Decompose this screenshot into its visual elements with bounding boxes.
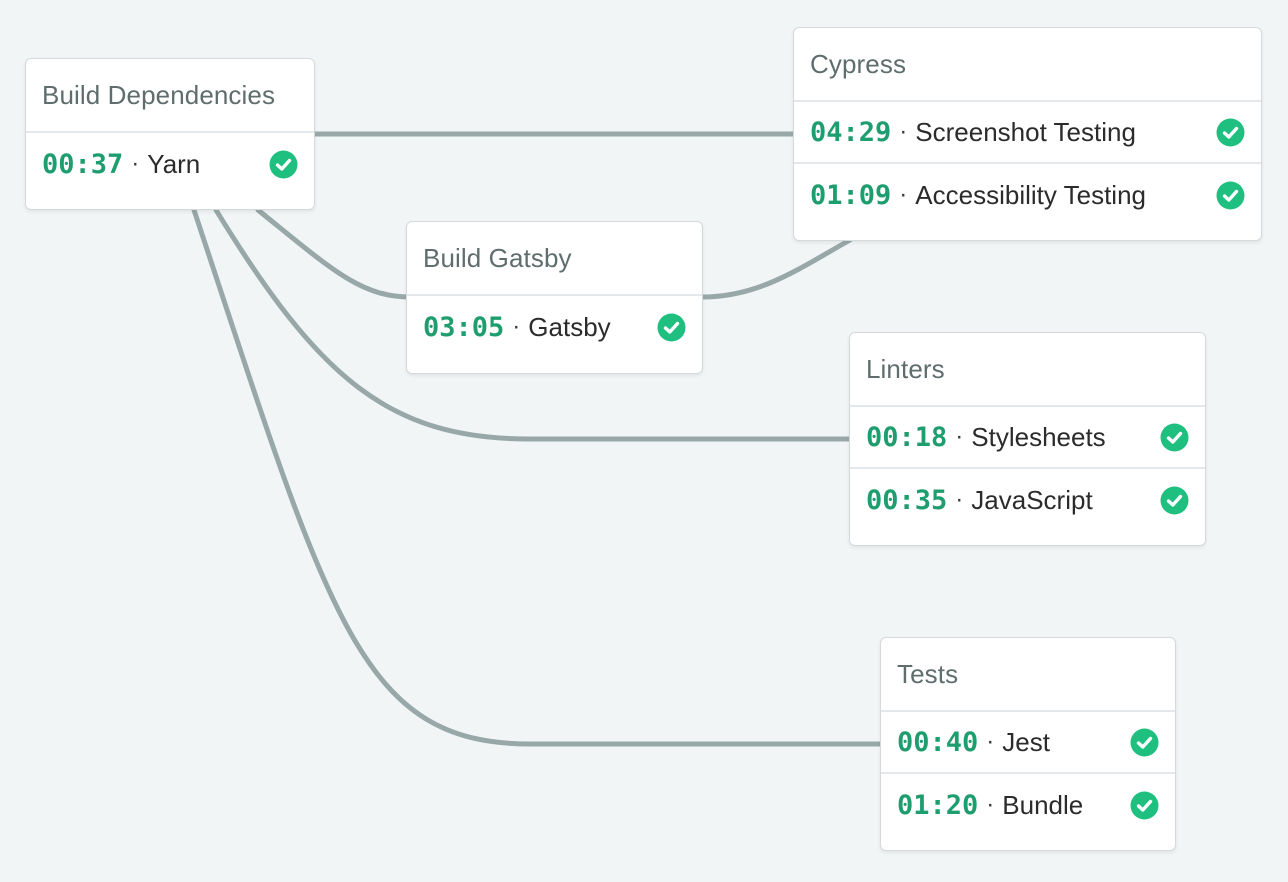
job-duration: 04:29 xyxy=(810,116,892,148)
job-duration: 00:18 xyxy=(866,421,948,453)
job-stylesheets[interactable]: 00:18 · Stylesheets xyxy=(850,407,1205,469)
stage-title: Linters xyxy=(866,353,945,384)
stage-title: Tests xyxy=(897,658,959,689)
job-name: Stylesheets xyxy=(971,421,1106,452)
job-name: JavaScript xyxy=(971,484,1093,515)
stage-header: Build Gatsby xyxy=(407,222,702,296)
stage-title: Build Gatsby xyxy=(423,242,572,273)
job-name: Jest xyxy=(1002,726,1050,757)
stage-title: Build Dependencies xyxy=(42,79,276,110)
stage-header: Build Dependencies xyxy=(26,59,314,133)
job-duration: 01:09 xyxy=(810,179,892,211)
check-circle-icon xyxy=(1216,118,1245,147)
job-name: Bundle xyxy=(1002,789,1084,820)
job-accessibility-testing[interactable]: 01:09 · Accessibility Testing xyxy=(794,164,1261,226)
job-javascript[interactable]: 00:35 · JavaScript xyxy=(850,469,1205,531)
job-duration: 01:20 xyxy=(897,789,979,821)
job-separator: · xyxy=(899,181,908,208)
job-name: Gatsby xyxy=(528,311,611,342)
check-circle-icon xyxy=(657,313,686,342)
connector-build-dependencies-to-build-gatsby xyxy=(255,207,413,300)
job-bundle[interactable]: 01:20 · Bundle xyxy=(881,774,1175,836)
check-circle-icon xyxy=(1216,181,1245,210)
stage-header: Tests xyxy=(881,638,1175,712)
job-duration: 00:40 xyxy=(897,726,979,758)
job-name: Yarn xyxy=(147,148,201,179)
job-separator: · xyxy=(955,486,964,513)
stage-title: Cypress xyxy=(810,48,907,79)
job-jest[interactable]: 00:40 · Jest xyxy=(881,712,1175,774)
stage-linters: Linters 00:18 · Stylesheets 00:35 · Java… xyxy=(849,332,1206,546)
stage-header: Cypress xyxy=(794,28,1261,102)
job-separator: · xyxy=(899,118,908,145)
job-separator: · xyxy=(986,728,995,755)
job-duration: 03:05 xyxy=(423,311,505,343)
job-screenshot-testing[interactable]: 04:29 · Screenshot Testing xyxy=(794,102,1261,164)
stage-header: Linters xyxy=(850,333,1205,407)
job-separator: · xyxy=(131,150,140,177)
stage-cypress: Cypress 04:29 · Screenshot Testing 01:09… xyxy=(793,27,1262,241)
check-circle-icon xyxy=(1160,486,1189,515)
connector-build-gatsby-to-cypress xyxy=(699,237,853,300)
job-separator: · xyxy=(986,791,995,818)
job-gatsby[interactable]: 03:05 · Gatsby xyxy=(407,296,702,358)
job-separator: · xyxy=(955,423,964,450)
stage-tests: Tests 00:40 · Jest 01:20 · Bundle xyxy=(880,637,1176,851)
job-duration: 00:37 xyxy=(42,148,124,180)
job-duration: 00:35 xyxy=(866,484,948,516)
check-circle-icon xyxy=(1160,423,1189,452)
stage-build-gatsby: Build Gatsby 03:05 · Gatsby xyxy=(406,221,703,374)
job-name: Accessibility Testing xyxy=(915,179,1147,210)
job-yarn[interactable]: 00:37 · Yarn xyxy=(26,133,314,195)
check-circle-icon xyxy=(1130,791,1159,820)
job-separator: · xyxy=(512,313,521,340)
job-name: Screenshot Testing xyxy=(915,116,1136,147)
check-circle-icon xyxy=(269,150,298,179)
check-circle-icon xyxy=(1130,728,1159,757)
stage-build-dependencies: Build Dependencies 00:37 · Yarn xyxy=(25,58,315,210)
